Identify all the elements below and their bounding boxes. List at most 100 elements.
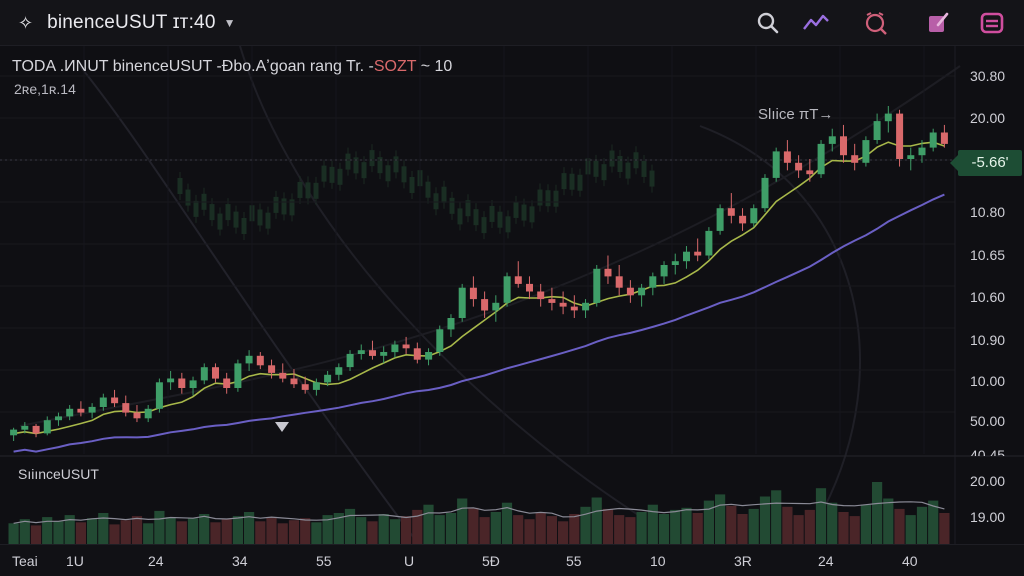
- chart-canvas[interactable]: [0, 46, 1024, 544]
- price-axis-label: 10.60: [970, 289, 1006, 305]
- top-toolbar: ✧ binenceUSUT ɪт:40 ▼: [0, 0, 1024, 46]
- candle-body: [122, 403, 130, 413]
- time-axis[interactable]: Teai 1U 24 34 55 U 5Đ 55 10 3R 24 40: [0, 544, 1024, 576]
- draw-icon[interactable]: [924, 9, 952, 37]
- candle-body: [873, 121, 881, 140]
- watermark-candle: [449, 197, 455, 214]
- watermark-candle: [617, 156, 623, 173]
- watermark-candle: [529, 206, 535, 223]
- slow-ma-line: [13, 193, 945, 453]
- alert-icon[interactable]: [862, 9, 890, 37]
- volume-bar: [838, 512, 849, 544]
- candle-body: [279, 372, 287, 379]
- watermark-candle: [473, 209, 479, 226]
- price-axis-label: 10.00: [970, 373, 1006, 389]
- volume-axis-label: 19.00: [970, 509, 1006, 525]
- candle-body: [357, 350, 365, 354]
- volume-bar: [782, 506, 793, 544]
- volume-bar: [658, 514, 670, 544]
- volume-bar: [120, 520, 131, 544]
- watermark-candle: [313, 182, 319, 199]
- watermark-candle: [649, 170, 655, 187]
- volume-bar: [737, 514, 748, 544]
- watermark-candle: [329, 166, 335, 183]
- candle-body: [21, 425, 29, 430]
- watermark-candle: [577, 174, 583, 191]
- candle-body: [335, 367, 343, 375]
- volume-bar: [602, 508, 614, 544]
- watermark-candle: [561, 173, 567, 190]
- candle-body: [783, 151, 791, 163]
- volume-bar: [569, 514, 580, 544]
- candle-body: [88, 406, 96, 413]
- candle-body: [705, 230, 713, 256]
- candle-body: [436, 329, 444, 352]
- candle-body: [492, 302, 500, 311]
- current-price-badge: -5.66': [950, 150, 1022, 176]
- volume-bar: [894, 508, 905, 544]
- candle-body: [324, 374, 332, 383]
- chevron-down-icon[interactable]: ▼: [224, 16, 236, 30]
- candle-body: [626, 287, 634, 296]
- watermark-candle: [409, 176, 415, 193]
- watermark-candle: [433, 193, 439, 210]
- candle-body: [301, 384, 309, 390]
- candle-body: [346, 353, 354, 368]
- candle-body: [43, 420, 51, 434]
- volume-bar: [793, 515, 804, 544]
- volume-bar: [815, 488, 827, 544]
- candle-body: [660, 265, 668, 277]
- volume-bar: [479, 517, 490, 544]
- candle-body: [391, 344, 399, 353]
- watermark-candle: [545, 190, 551, 207]
- search-icon[interactable]: [754, 9, 782, 37]
- volume-bar: [703, 500, 714, 544]
- volume-bar: [434, 515, 445, 544]
- indicators-icon[interactable]: [802, 9, 830, 37]
- watermark-candle: [217, 213, 223, 230]
- candle-body: [537, 291, 545, 300]
- watermark-candle: [569, 173, 575, 190]
- candle-body: [469, 287, 477, 300]
- candle-body: [223, 378, 231, 388]
- volume-bar: [513, 515, 524, 544]
- volume-bar: [804, 509, 815, 544]
- candle-body: [503, 276, 511, 303]
- watermark-candle: [361, 162, 367, 179]
- watermark-candle: [609, 150, 615, 167]
- title-accent: SOZT: [373, 58, 417, 75]
- watermark-candle: [441, 186, 447, 203]
- candle-body: [447, 318, 455, 330]
- watermark-candle: [345, 153, 351, 170]
- layout-icon[interactable]: [978, 9, 1006, 37]
- x-tick-label: 55: [316, 553, 332, 569]
- watermark-candle: [537, 189, 543, 206]
- candle-body: [312, 382, 320, 390]
- watermark-candle: [601, 164, 607, 181]
- symbol-selector[interactable]: ✧ binenceUSUT ɪт:40 ▼: [18, 10, 235, 36]
- volume-bar: [154, 510, 165, 544]
- candle-body: [111, 397, 119, 404]
- volume-bar: [87, 518, 98, 544]
- x-tick-label: 1U: [66, 553, 84, 569]
- watermark-candle: [553, 190, 559, 207]
- candle-body: [380, 352, 388, 356]
- volume-bar: [30, 525, 42, 544]
- candle-body: [32, 425, 40, 434]
- candle-body: [99, 397, 107, 407]
- volume-bar: [872, 482, 883, 544]
- volume-bar: [670, 509, 681, 544]
- volume-axis-label: 20.00: [970, 473, 1006, 489]
- price-axis-label: 10.90: [970, 332, 1006, 348]
- candle-body: [761, 177, 769, 209]
- volume-bar: [445, 513, 457, 544]
- candle-body: [604, 268, 612, 277]
- volume-bar: [715, 494, 726, 544]
- watermark-candle: [337, 168, 343, 185]
- watermark-candle: [521, 204, 527, 221]
- x-tick-label: 34: [232, 553, 248, 569]
- watermark-candle: [273, 196, 279, 213]
- x-tick-label: 24: [148, 553, 164, 569]
- candle-body: [649, 276, 657, 288]
- volume-bar: [344, 508, 356, 544]
